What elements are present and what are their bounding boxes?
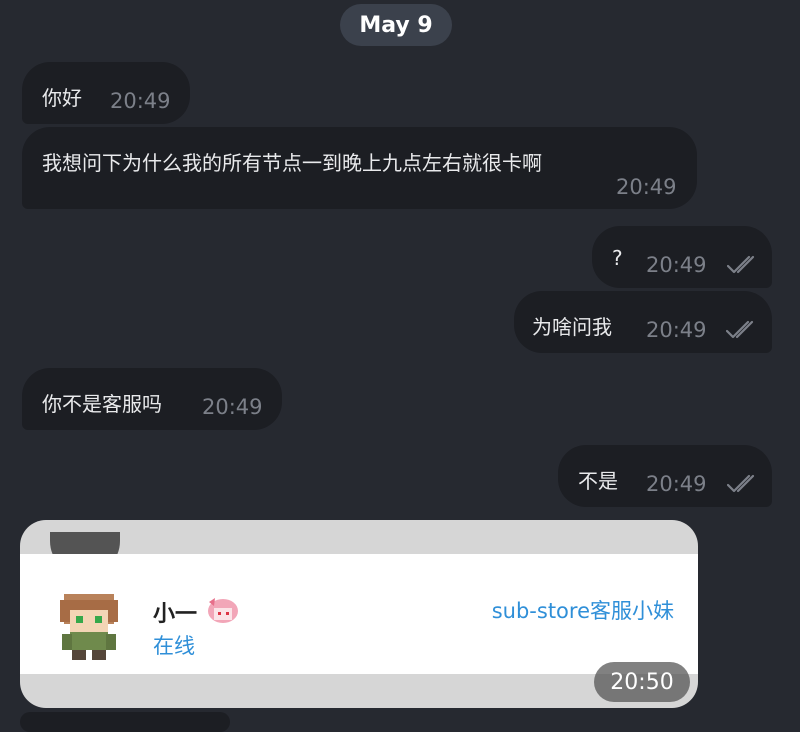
message-time: 20:49 [616, 175, 677, 199]
image-time: 20:50 [610, 669, 674, 695]
outgoing-message[interactable]: ? 20:49 [592, 226, 772, 288]
message-text: 为啥问我 [532, 315, 612, 339]
double-check-icon [727, 474, 755, 493]
outgoing-message[interactable]: 为啥问我 20:49 [514, 291, 772, 353]
message-text: 我想问下为什么我的所有节点一到晚上九点左右就很卡啊 [42, 151, 542, 175]
incoming-message[interactable]: 我想问下为什么我的所有节点一到晚上九点左右就很卡啊 20:49 [22, 127, 697, 209]
double-check-icon [727, 255, 755, 274]
message-time: 20:49 [646, 318, 707, 342]
incoming-message[interactable]: 你不是客服吗 20:49 [22, 368, 282, 430]
online-status: 在线 [153, 634, 195, 658]
service-name: sub-store客服小妹 [491, 599, 674, 623]
date-label: May 9 [359, 12, 433, 38]
message-time: 20:49 [646, 472, 707, 496]
outgoing-message[interactable]: 不是 20:49 [558, 445, 772, 507]
message-time: 20:49 [202, 395, 263, 419]
pink-hair-character-icon [208, 598, 238, 623]
contact-name: 小一 [153, 602, 198, 627]
message-time: 20:49 [646, 253, 707, 277]
incoming-message[interactable]: 你好 20:49 [22, 62, 190, 124]
message-time: 20:49 [110, 89, 171, 113]
message-text: 不是 [578, 469, 618, 493]
message-text: ? [612, 246, 623, 270]
next-message-partial [20, 712, 230, 732]
character-avatar-icon [60, 594, 118, 660]
date-separator: May 9 [340, 4, 452, 46]
message-text: 你好 [42, 86, 82, 110]
message-text: 你不是客服吗 [42, 392, 162, 416]
image-message[interactable]: 小一 在线 sub-store客服小妹 20:50 [20, 520, 698, 708]
image-timestamp: 20:50 [594, 662, 690, 702]
double-check-icon [726, 320, 754, 339]
